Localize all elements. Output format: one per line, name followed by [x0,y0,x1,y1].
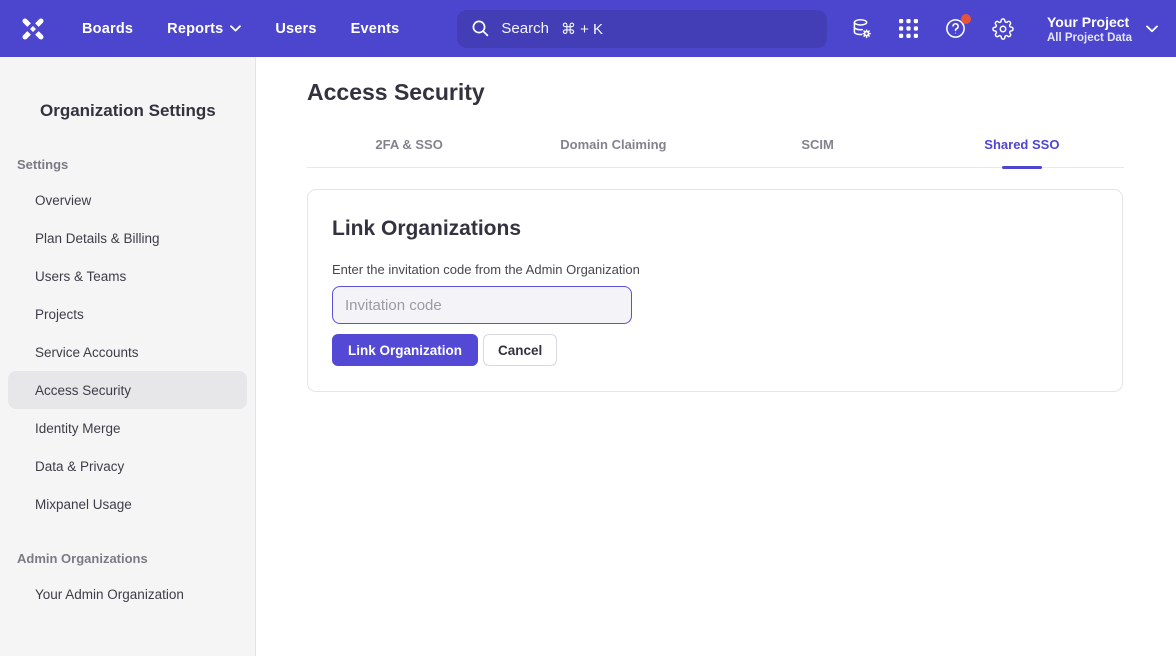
top-navbar: Boards Reports Users Events Search ⌘ + K [0,0,1176,57]
tab-shared-sso[interactable]: Shared SSO [920,137,1124,167]
sidebar-item-users-teams[interactable]: Users & Teams [8,257,247,295]
tab-bar: 2FA & SSO Domain Claiming SCIM Shared SS… [307,137,1124,168]
sidebar-item-plan-details-billing[interactable]: Plan Details & Billing [8,219,247,257]
data-management-icon[interactable] [850,17,873,40]
search-input[interactable]: Search ⌘ + K [457,10,827,48]
search-shortcut: ⌘ + K [561,20,603,38]
sidebar-item-your-admin-organization[interactable]: Your Admin Organization [8,575,247,613]
nav-item-label: Boards [82,21,133,37]
search-placeholder: Search [501,20,549,38]
tab-scim[interactable]: SCIM [716,137,920,167]
main-content: Access Security 2FA & SSO Domain Claimin… [256,57,1176,656]
link-organizations-card: Link Organizations Enter the invitation … [307,189,1123,392]
nav-item-reports[interactable]: Reports [167,21,241,37]
cancel-button[interactable]: Cancel [483,334,557,366]
nav-item-label: Reports [167,21,223,37]
project-selector[interactable]: Your Project All Project Data [1047,14,1158,44]
mixpanel-logo[interactable] [0,14,66,44]
card-actions: Link Organization Cancel [332,334,1098,366]
nav-item-events[interactable]: Events [351,21,400,37]
settings-sidebar: Organization Settings Settings Overview … [0,57,256,656]
section-label-settings: Settings [17,157,255,172]
sidebar-item-mixpanel-usage[interactable]: Mixpanel Usage [8,485,247,523]
nav-item-label: Events [351,21,400,37]
mixpanel-logo-icon [18,14,48,44]
sidebar-item-data-privacy[interactable]: Data & Privacy [8,447,247,485]
link-organization-button[interactable]: Link Organization [332,334,478,366]
search-icon [471,19,490,38]
page-title: Access Security [307,79,1124,106]
apps-grid-icon[interactable] [898,18,919,39]
project-subtitle: All Project Data [1047,32,1132,44]
sidebar-item-access-security[interactable]: Access Security [8,371,247,409]
nav-item-boards[interactable]: Boards [82,21,133,37]
help-icon[interactable] [944,17,967,40]
sidebar-item-service-accounts[interactable]: Service Accounts [8,333,247,371]
chevron-down-icon [1146,25,1158,33]
notification-dot [961,14,971,24]
tab-domain-claiming[interactable]: Domain Claiming [511,137,715,167]
nav-item-label: Users [275,21,316,37]
section-label-admin-organizations: Admin Organizations [17,551,255,566]
sidebar-item-overview[interactable]: Overview [8,181,247,219]
primary-nav: Boards Reports Users Events [82,21,399,37]
sidebar-item-projects[interactable]: Projects [8,295,247,333]
chevron-down-icon [230,25,241,32]
invitation-code-input[interactable] [332,286,632,324]
project-name: Your Project [1047,14,1132,30]
sidebar-item-identity-merge[interactable]: Identity Merge [8,409,247,447]
settings-gear-icon[interactable] [992,18,1014,40]
sidebar-title: Organization Settings [40,101,255,121]
navbar-actions: Your Project All Project Data [850,14,1158,44]
tab-2fa-sso[interactable]: 2FA & SSO [307,137,511,167]
card-title: Link Organizations [332,217,1098,241]
nav-item-users[interactable]: Users [275,21,316,37]
invitation-code-label: Enter the invitation code from the Admin… [332,262,1098,277]
